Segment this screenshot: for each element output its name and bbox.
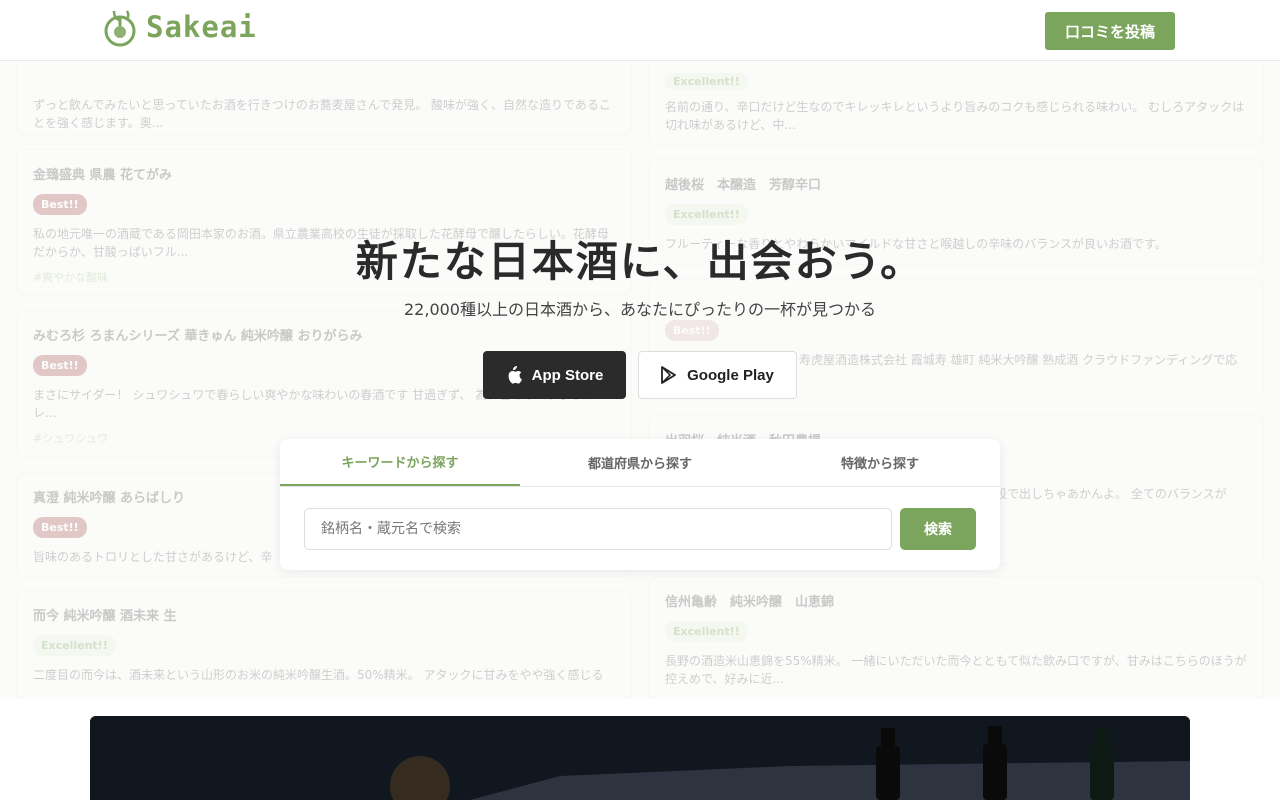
sake-bottles-photo: [90, 716, 1190, 800]
hero-subtitle: 22,000種以上の日本酒から、あなたにぴったりの一杯が見つかる: [404, 300, 876, 319]
google-play-icon: [661, 366, 677, 384]
tab-feature[interactable]: 特徴から探す: [760, 439, 1000, 486]
search-button[interactable]: 検索: [900, 508, 976, 550]
sake-bottles-image: [90, 716, 1190, 800]
logo-text: Sakeai: [146, 10, 257, 44]
hero-title: 新たな日本酒に、出会おう。: [355, 237, 925, 286]
logo[interactable]: Sakeai: [100, 7, 257, 47]
app-store-button[interactable]: App Store: [483, 351, 626, 399]
site-header: Sakeai 口コミを投稿: [0, 0, 1280, 61]
google-play-button[interactable]: Google Play: [638, 351, 797, 399]
app-store-label: App Store: [531, 366, 604, 384]
search-input[interactable]: [304, 508, 892, 550]
tab-keyword[interactable]: キーワードから探す: [280, 439, 520, 486]
apple-icon: [508, 366, 522, 384]
search-row: 検索: [304, 508, 976, 550]
store-buttons: App Store Google Play: [483, 351, 797, 399]
tab-prefecture[interactable]: 都道府県から探す: [520, 439, 760, 486]
google-play-label: Google Play: [687, 366, 774, 384]
search-panel: キーワードから探す 都道府県から探す 特徴から探す 検索: [280, 439, 1000, 570]
post-review-button[interactable]: 口コミを投稿: [1045, 12, 1175, 50]
sake-bottle-logo-icon: [104, 10, 136, 47]
search-tabs: キーワードから探す 都道府県から探す 特徴から探す: [280, 439, 1000, 487]
